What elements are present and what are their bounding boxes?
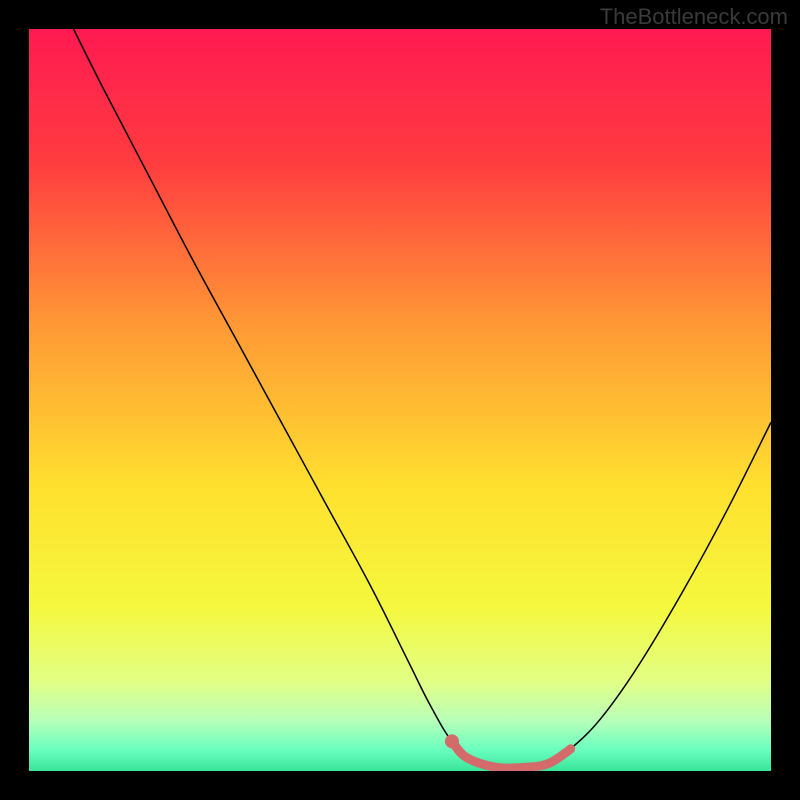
chart-svg — [29, 29, 771, 771]
chart-background — [29, 29, 771, 771]
chart-area — [29, 29, 771, 771]
series-marker-point — [445, 734, 459, 748]
watermark-text: TheBottleneck.com — [600, 4, 788, 30]
